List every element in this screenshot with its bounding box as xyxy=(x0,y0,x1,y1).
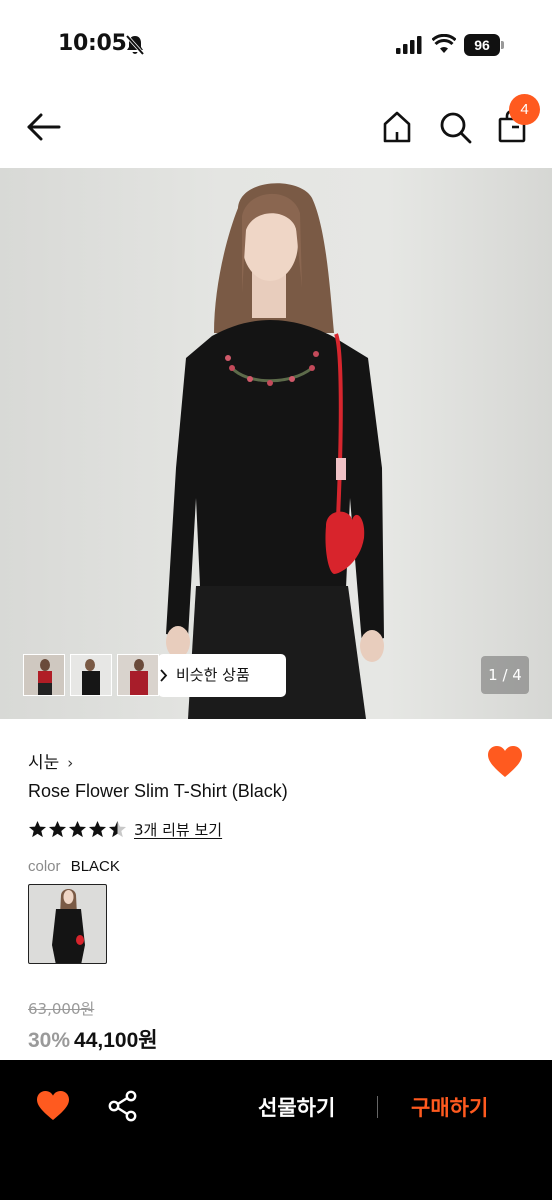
rating-row: 3개 리뷰 보기 xyxy=(28,818,222,840)
bell-slash-icon xyxy=(125,34,145,56)
image-counter: 1 / 4 xyxy=(481,656,529,694)
product-photo xyxy=(166,183,384,719)
star-icon xyxy=(68,820,87,837)
cart-count-badge: 4 xyxy=(509,94,540,125)
original-price: 63,000원 xyxy=(28,1000,95,1018)
star-icon xyxy=(88,820,107,837)
divider xyxy=(377,1096,378,1118)
search-icon[interactable] xyxy=(438,110,472,144)
star-rating xyxy=(28,820,127,839)
status-time: 10:05 xyxy=(58,31,127,56)
reviews-link[interactable]: 3개 리뷰 보기 xyxy=(134,819,222,840)
share-icon[interactable] xyxy=(108,1090,138,1122)
color-swatch-black[interactable] xyxy=(28,884,107,964)
sale-price: 44,100원 xyxy=(74,1029,158,1052)
back-arrow-icon[interactable] xyxy=(26,110,62,144)
battery-level: 96 xyxy=(464,34,500,56)
brand-name: 시눈 xyxy=(28,753,60,773)
similar-products-button[interactable]: 비슷한 상품 xyxy=(158,654,286,697)
bottom-action-bar: 선물하기 구매하기 xyxy=(0,1060,552,1200)
wifi-icon xyxy=(432,34,456,53)
battery-icon: 96 xyxy=(464,34,504,56)
status-bar: 10:05 96 xyxy=(0,0,552,90)
gallery-thumbnail[interactable] xyxy=(70,654,112,696)
star-icon xyxy=(28,820,47,837)
gallery-thumbnail[interactable] xyxy=(117,654,159,696)
heart-icon[interactable] xyxy=(36,1090,70,1122)
gift-button[interactable]: 선물하기 xyxy=(258,1092,335,1122)
gallery-thumbnail[interactable] xyxy=(23,654,65,696)
half-star-icon xyxy=(108,820,127,837)
buy-button[interactable]: 구매하기 xyxy=(411,1092,488,1122)
wishlist-heart-icon[interactable] xyxy=(487,745,523,779)
signal-icon xyxy=(396,36,422,54)
top-nav xyxy=(0,90,552,168)
discount-rate: 30% xyxy=(28,1029,71,1052)
price-row: 30% 44,100원 xyxy=(28,1024,158,1054)
color-value: BLACK xyxy=(70,858,120,875)
product-image-gallery[interactable]: 비슷한 상품 1 / 4 xyxy=(0,168,552,719)
chevron-right-icon xyxy=(160,669,168,682)
color-label: color xyxy=(28,858,61,875)
similar-products-label: 비슷한 상품 xyxy=(176,666,250,684)
color-option-row: color BLACK xyxy=(28,858,120,875)
product-name: Rose Flower Slim T-Shirt (Black) xyxy=(28,781,288,801)
star-icon xyxy=(48,820,67,837)
home-icon[interactable] xyxy=(380,110,414,144)
brand-link[interactable]: 시눈 › xyxy=(28,748,73,773)
chevron-right-icon: › xyxy=(67,754,74,772)
